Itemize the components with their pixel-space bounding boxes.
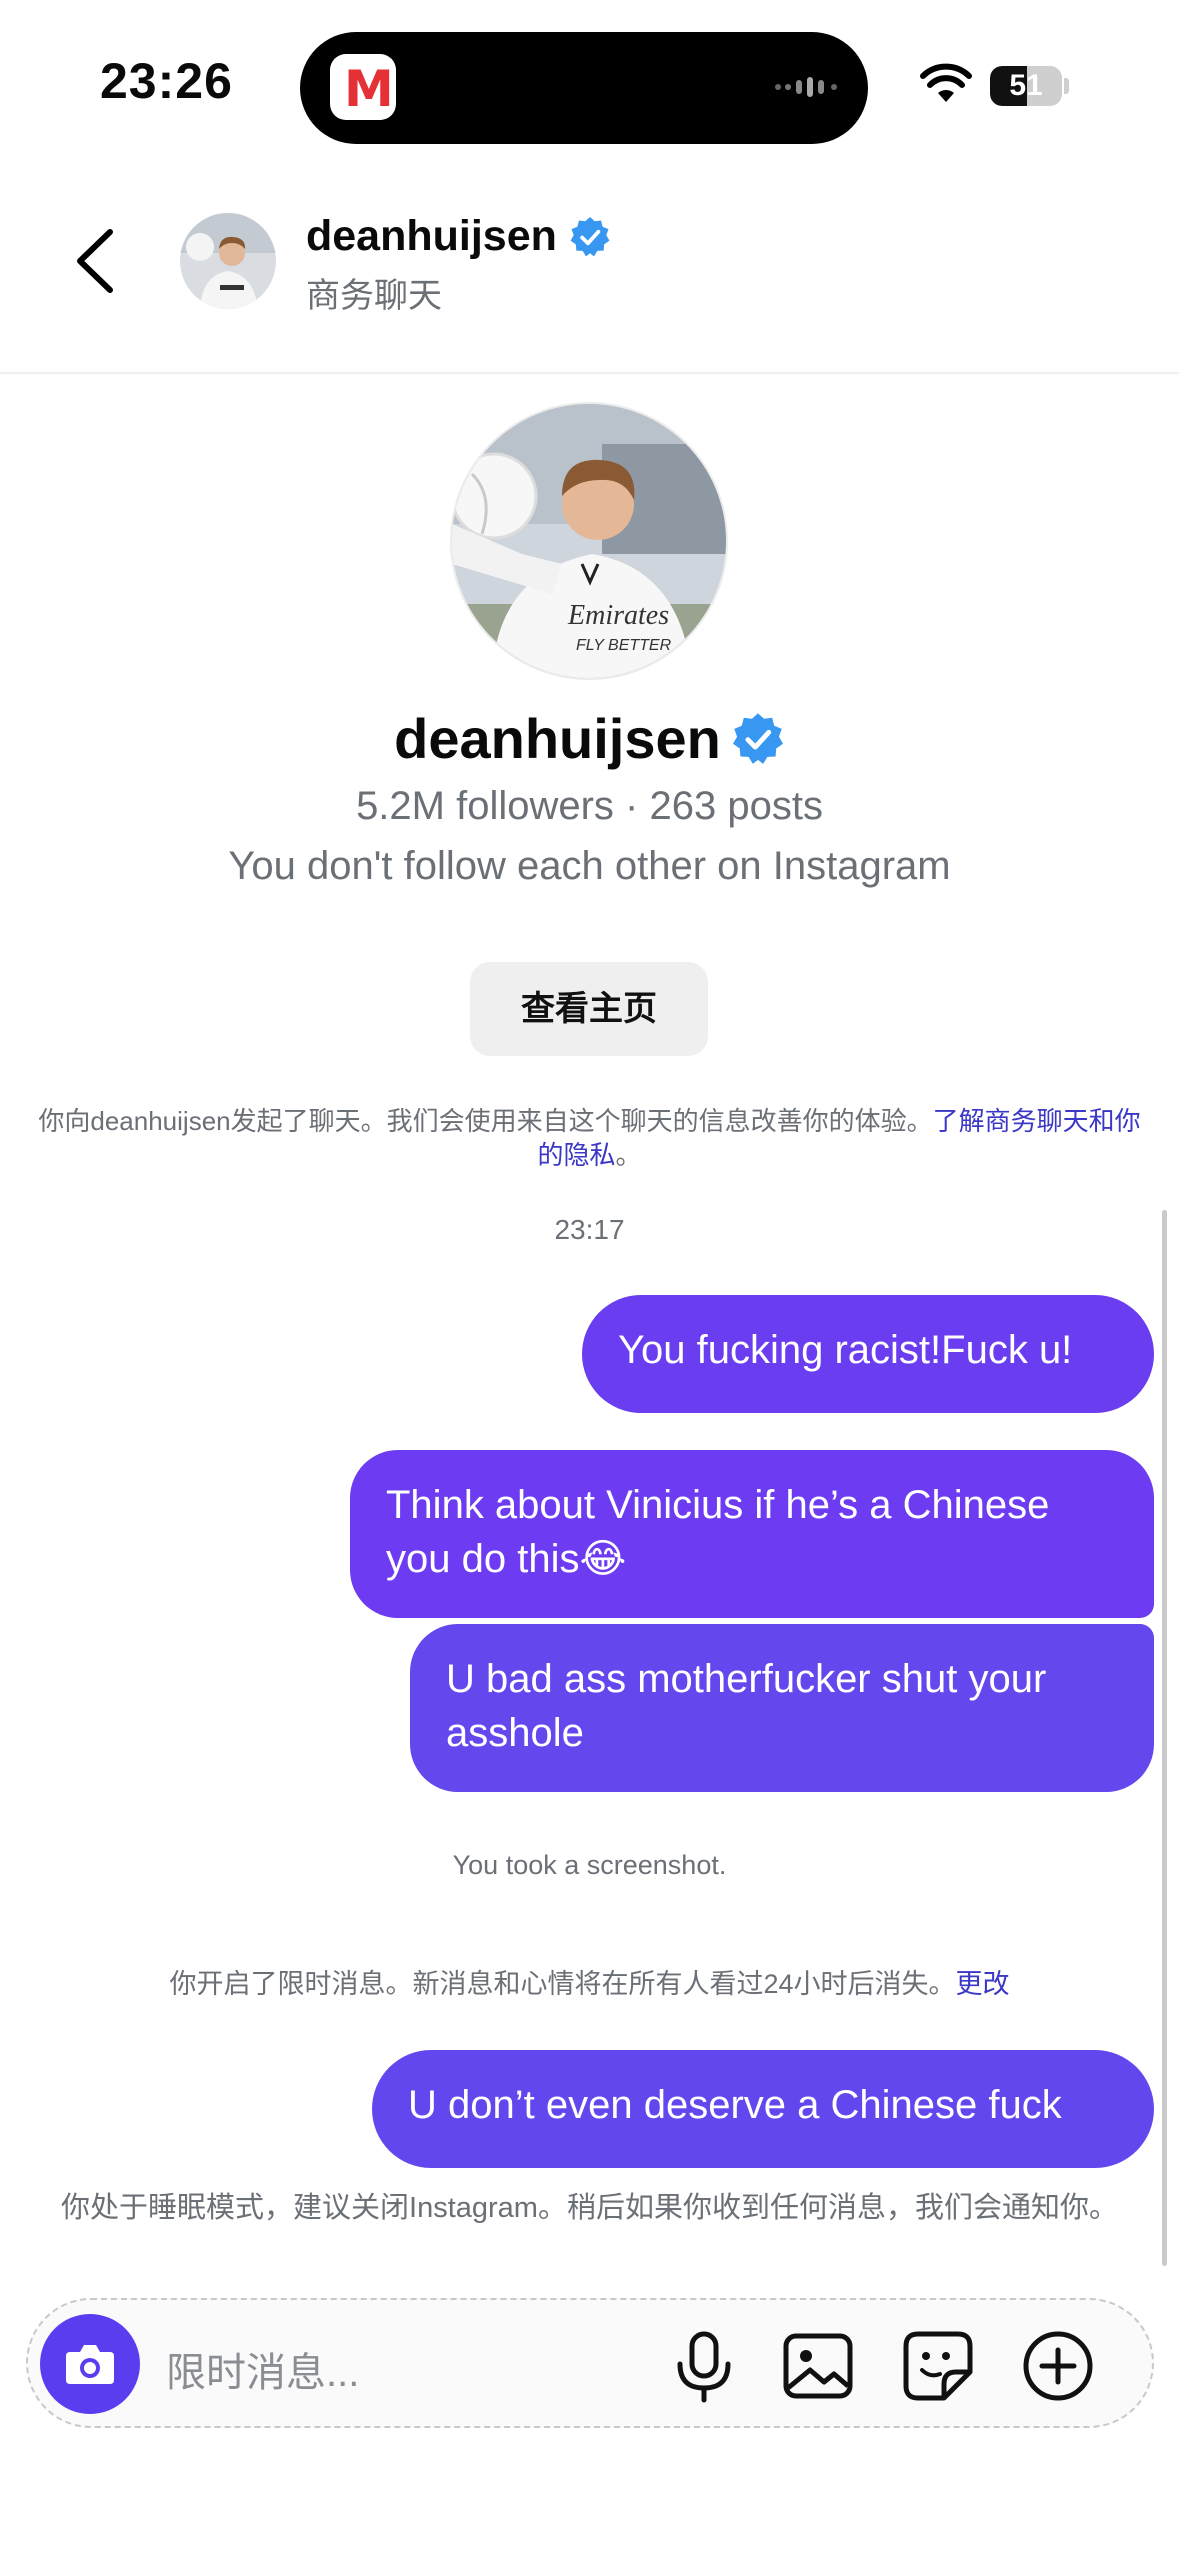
vanish-mode-text: 你开启了限时消息。新消息和心情将在所有人看过24小时后消失。: [169, 1969, 956, 1999]
follow-status: You don't follow each other on Instagram: [228, 844, 951, 888]
camera-icon: [66, 2345, 114, 2384]
message-bubble[interactable]: Think about Vinicius if he’s a Chinese y…: [350, 1450, 1154, 1618]
svg-text:Emirates: Emirates: [567, 600, 669, 631]
svg-text:FLY BETTER: FLY BETTER: [576, 637, 672, 654]
message-bubble[interactable]: U bad ass motherfucker shut your asshole: [410, 1624, 1154, 1792]
plus-circle-icon[interactable]: [1018, 2326, 1098, 2406]
chat-info-end: 。: [615, 1140, 642, 1170]
audio-waveform-icon: [775, 77, 837, 97]
message-input[interactable]: 限时消息...: [166, 2340, 359, 2398]
header-divider: [0, 372, 1179, 374]
avatar-photo: [180, 213, 276, 309]
profile-username: deanhuijsen: [0, 706, 1179, 771]
scrollbar[interactable]: [1162, 1210, 1167, 2266]
message-bubble[interactable]: U don’t even deserve a Chinese fuck: [372, 2050, 1154, 2168]
wifi-icon: [920, 63, 972, 102]
chat-info-notice: 你向deanhuijsen发起了聊天。我们会使用来自这个聊天的信息改善你的体验。…: [32, 1104, 1147, 1172]
battery-level-text: 51: [1009, 69, 1043, 102]
screenshot-notice: You took a screenshot.: [452, 1850, 727, 1880]
chevron-left-icon[interactable]: [70, 228, 120, 294]
profile-avatar[interactable]: Emirates FLY BETTER: [450, 402, 728, 680]
microphone-icon[interactable]: [664, 2326, 744, 2406]
camera-button[interactable]: [40, 2314, 140, 2414]
header-avatar[interactable]: [180, 213, 276, 309]
status-time: 23:26: [100, 53, 233, 109]
header-username[interactable]: deanhuijsen: [306, 212, 611, 261]
change-link[interactable]: 更改: [956, 1969, 1010, 1999]
verified-badge-icon: [570, 216, 610, 256]
message-bubble[interactable]: You fucking racist!Fuck u!: [582, 1295, 1154, 1413]
profile-stats: 5.2M followers · 263 posts: [356, 784, 823, 828]
header-subtitle: 商务聊天: [306, 277, 442, 315]
view-profile-button[interactable]: 查看主页: [470, 962, 708, 1056]
profile-username-text: deanhuijsen: [394, 707, 721, 770]
sleep-mode-notice: 你处于睡眠模式，建议关闭Instagram。稍后如果你收到任何消息，我们会通知你…: [61, 2192, 1118, 2224]
header-username-text: deanhuijsen: [306, 212, 557, 260]
vanish-mode-notice: 你开启了限时消息。新消息和心情将在所有人看过24小时后消失。更改: [0, 1962, 1179, 2001]
image-icon[interactable]: [778, 2326, 858, 2406]
battery-indicator: 51: [990, 66, 1062, 106]
message-timestamp: 23:17: [554, 1214, 625, 1245]
battery-nub: [1064, 78, 1069, 94]
app-logo-letter-icon: M: [344, 60, 394, 118]
sticker-icon[interactable]: [898, 2326, 978, 2406]
profile-photo: Emirates FLY BETTER: [452, 404, 726, 678]
verified-badge-icon: [732, 712, 783, 764]
chat-info-text: 你向deanhuijsen发起了聊天。我们会使用来自这个聊天的信息改善你的体验。: [38, 1106, 933, 1136]
